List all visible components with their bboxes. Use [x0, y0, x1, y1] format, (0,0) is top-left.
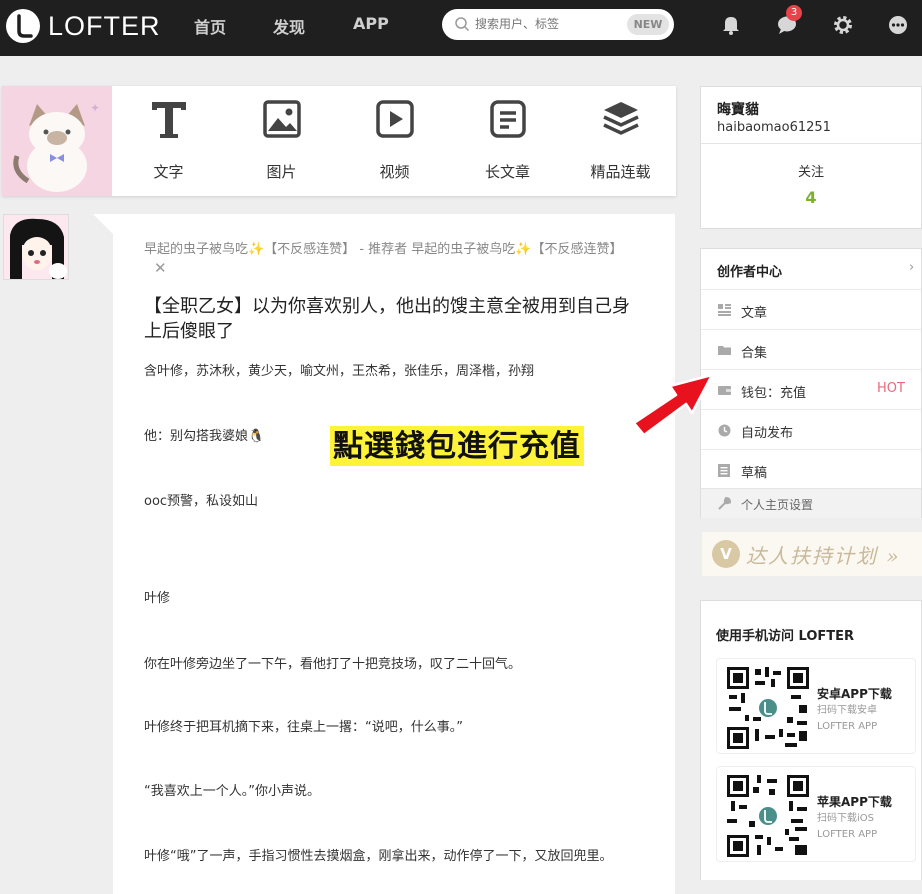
- post-paragraph: 你在叶修旁边坐了一下午，看他打了十把竞技场，叹了二十回气。: [144, 657, 522, 672]
- dismiss-icon[interactable]: ✕: [154, 259, 167, 277]
- post-pointer: [93, 214, 113, 234]
- android-sub1: 扫码下载安卓: [817, 705, 877, 716]
- menu-item-articles[interactable]: 文章: [701, 289, 921, 329]
- publish-article-button[interactable]: 长文章: [451, 86, 564, 196]
- wrench-icon: [718, 497, 731, 510]
- android-download-subtitle: 扫码下载安卓 LOFTER APP: [817, 703, 913, 735]
- publish-text-button[interactable]: 文字: [112, 86, 225, 196]
- post-paragraph: ooc预警，私设如山: [144, 494, 259, 509]
- talent-support-text: 达人扶持计划 »: [746, 544, 901, 568]
- publish-video-label: 视频: [379, 163, 410, 181]
- post-paragraph: 他：别勾搭我婆娘🐧: [144, 429, 265, 444]
- ios-sub2: LOFTER APP: [817, 829, 878, 840]
- creator-center-title: 创作者中心: [717, 265, 783, 280]
- publish-video-button[interactable]: 视频: [338, 86, 451, 196]
- chevron-right-icon: ›: [909, 260, 915, 275]
- video-icon: [376, 100, 414, 138]
- ios-sub1: 扫码下载iOS: [817, 813, 874, 824]
- ios-download-subtitle: 扫码下载iOS LOFTER APP: [817, 811, 913, 843]
- android-download-title: 安卓APP下载: [817, 687, 892, 701]
- article-list-icon: [718, 304, 731, 316]
- post-title[interactable]: 【全职乙女】以为你喜欢别人，他出的馊主意全被用到自己身上后傻眼了: [144, 294, 644, 344]
- top-navigation-bar: LOFTER 首页 发现 APP NEW 3: [0, 0, 922, 56]
- android-sub2: LOFTER APP: [817, 721, 878, 732]
- author-avatar[interactable]: [3, 214, 69, 280]
- user-card: 晦寶貓 haibaomao61251 关注 4: [700, 86, 922, 229]
- menu-item-collections[interactable]: 合集: [701, 329, 921, 369]
- text-icon: [152, 102, 186, 138]
- menu-item-label: 合集: [741, 346, 768, 361]
- post-paragraph: “我喜欢上一个人。”你小声说。: [144, 784, 320, 799]
- android-qr-code: [725, 665, 811, 751]
- lofter-logo-icon: [6, 9, 40, 43]
- lofter-logo[interactable]: LOFTER: [6, 6, 161, 46]
- post-card: 早起的虫子被鸟吃✨【不反感连赞】 - 推荐者 早起的虫子被鸟吃✨【不反感连赞】 ✕…: [113, 214, 675, 894]
- v-badge-icon: V: [712, 540, 740, 568]
- nav-home[interactable]: 首页: [194, 14, 226, 38]
- ios-qr-code: [725, 773, 811, 859]
- mobile-app-title: 使用手机访问 LOFTER: [716, 629, 855, 644]
- annotation-callout: 點選錢包進行充值: [330, 426, 584, 466]
- publish-series-label: 精品连载: [590, 163, 651, 181]
- more-icon[interactable]: [888, 15, 908, 35]
- user-id: haibaomao61251: [717, 120, 831, 135]
- menu-item-label: 钱包：充值: [741, 386, 807, 401]
- post-paragraph: 叶修: [144, 591, 171, 606]
- ios-download-title: 苹果APP下载: [817, 795, 892, 809]
- bell-icon[interactable]: [722, 15, 740, 35]
- talent-support-banner[interactable]: V 达人扶持计划 »: [702, 532, 922, 576]
- search-icon: [455, 17, 470, 32]
- post-paragraph: 叶修“哦”了一声，手指习惯性去摸烟盒，刚拿出来，动作停了一下，又放回兜里。: [144, 849, 613, 864]
- android-download-card[interactable]: 安卓APP下载 扫码下载安卓 LOFTER APP: [716, 658, 916, 754]
- layers-icon: [603, 102, 639, 135]
- homepage-settings-link[interactable]: 个人主页设置: [701, 488, 921, 518]
- message-count-badge: 3: [786, 5, 802, 21]
- post-paragraph: 含叶修，苏沐秋，黄少天，喻文州，王杰希，张佳乐，周泽楷，孙翔: [144, 364, 535, 379]
- publish-image-button[interactable]: 图片: [225, 86, 338, 196]
- post-paragraph: 叶修终于把耳机摘下来，往桌上一撂：“说吧，什么事。”: [144, 720, 463, 735]
- follow-label[interactable]: 关注: [701, 161, 921, 180]
- red-arrow-icon: [632, 373, 714, 437]
- creator-center-header[interactable]: 创作者中心 ›: [701, 249, 921, 289]
- divider: [701, 143, 921, 144]
- homepage-settings-label: 个人主页设置: [741, 498, 814, 512]
- hot-badge: HOT: [877, 381, 905, 396]
- wallet-icon: [718, 386, 731, 395]
- search-input[interactable]: [475, 13, 625, 35]
- new-badge: NEW: [627, 14, 669, 35]
- post-meta: 早起的虫子被鸟吃✨【不反感连赞】 - 推荐者 早起的虫子被鸟吃✨【不反感连赞】 ✕: [144, 241, 644, 279]
- user-name[interactable]: 晦寶貓: [717, 99, 759, 119]
- mobile-app-panel: 使用手机访问 LOFTER 安卓APP下载 扫码下载安卓 LOFTER APP: [700, 600, 922, 880]
- menu-item-label: 文章: [741, 306, 768, 321]
- menu-item-label: 自动发布: [741, 426, 794, 441]
- publish-text-label: 文字: [153, 163, 184, 181]
- svg-text:✦: ✦: [90, 101, 100, 115]
- user-avatar[interactable]: ✦: [2, 86, 112, 196]
- clock-icon: [718, 424, 731, 437]
- menu-item-drafts[interactable]: 草稿: [701, 449, 921, 489]
- publish-toolbar: ✦ 文字 图片 视频 长文章 精品连载: [2, 86, 676, 196]
- image-icon: [263, 100, 301, 138]
- follow-count[interactable]: 4: [701, 188, 921, 207]
- article-icon: [490, 100, 526, 138]
- nav-app[interactable]: APP: [353, 14, 389, 33]
- search-box[interactable]: NEW: [442, 9, 674, 40]
- publish-article-label: 长文章: [484, 163, 530, 181]
- recommender-text[interactable]: 早起的虫子被鸟吃✨【不反感连赞】 - 推荐者 早起的虫子被鸟吃✨【不反感连赞】: [144, 242, 622, 257]
- nav-discover[interactable]: 发现: [273, 14, 305, 38]
- ios-download-card[interactable]: 苹果APP下载 扫码下载iOS LOFTER APP: [716, 766, 916, 862]
- publish-image-label: 图片: [266, 163, 297, 181]
- draft-icon: [718, 464, 730, 477]
- creator-center-panel: 创作者中心 › 文章 合集 钱包：充值 HOT 自动发布 草稿 个人主页设置: [700, 248, 922, 518]
- gear-icon[interactable]: [833, 15, 853, 35]
- publish-series-button[interactable]: 精品连载: [564, 86, 677, 196]
- menu-item-auto-publish[interactable]: 自动发布: [701, 409, 921, 449]
- menu-item-wallet[interactable]: 钱包：充值 HOT: [701, 369, 921, 409]
- logo-text: LOFTER: [48, 10, 161, 41]
- folder-icon: [718, 346, 731, 355]
- menu-item-label: 草稿: [741, 466, 768, 481]
